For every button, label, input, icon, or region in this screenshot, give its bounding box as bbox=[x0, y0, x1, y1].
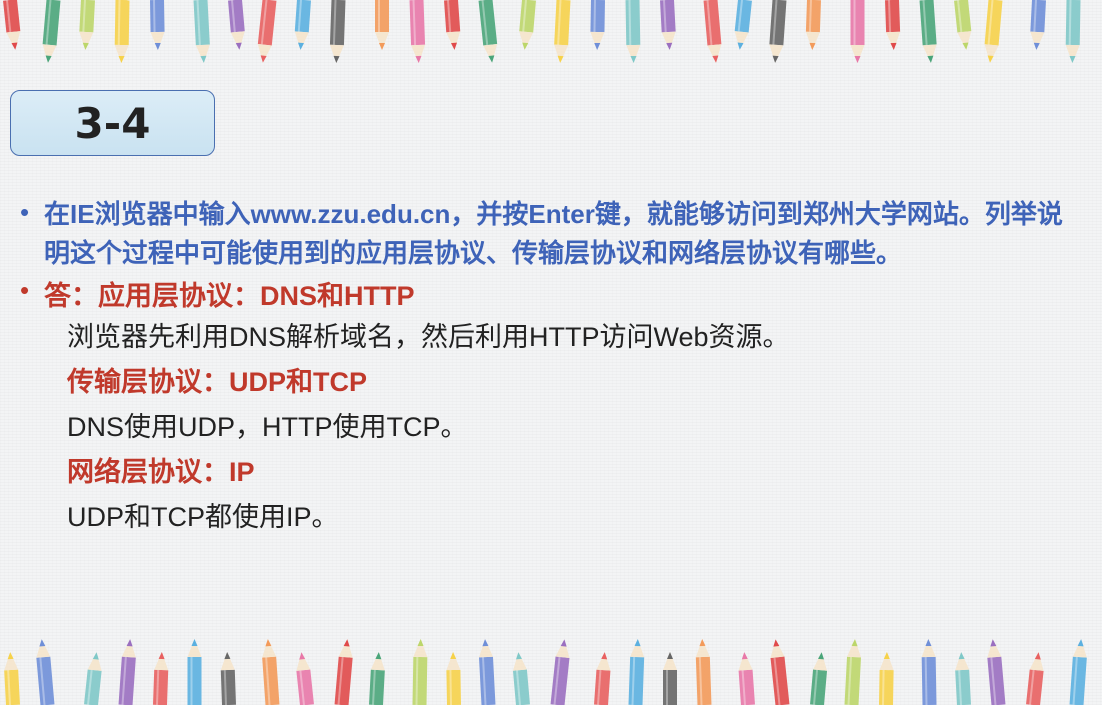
pencil-icon bbox=[769, 0, 787, 63]
pencil-icon bbox=[84, 652, 102, 705]
pencil-icon bbox=[412, 639, 428, 705]
pencil-icon bbox=[446, 652, 461, 705]
pencil-icon bbox=[885, 0, 901, 50]
pencil-icon bbox=[150, 0, 165, 50]
pencil-icon bbox=[193, 0, 210, 63]
slide-title-box: 3-4 bbox=[10, 90, 215, 156]
pencil-icon bbox=[42, 0, 61, 63]
pencil-icon bbox=[114, 0, 130, 63]
bullet-dot-icon: • bbox=[20, 275, 30, 305]
pencil-icon bbox=[554, 0, 571, 63]
pencil-icon bbox=[1065, 0, 1081, 63]
pencil-icon bbox=[660, 0, 676, 50]
pencil-icon bbox=[955, 652, 971, 705]
pencil-icon bbox=[478, 0, 498, 63]
answer-line-udp-tcp: DNS使用UDP，HTTP使用TCP。 bbox=[67, 412, 468, 442]
pencil-border-bottom bbox=[4, 639, 1087, 705]
pencil-icon bbox=[444, 0, 461, 50]
transport-layer-heading: 传输层协议：UDP和TCP bbox=[67, 367, 368, 397]
pencil-icon bbox=[36, 639, 55, 705]
question-bullet: • 在IE浏览器中输入www.zzu.edu.cn，并按Enter键，就能够访问… bbox=[20, 195, 1090, 273]
pencil-icon bbox=[118, 639, 136, 705]
pencil-icon bbox=[703, 0, 722, 63]
answer-bullet: • 答：应用层协议：DNS和HTTP bbox=[20, 273, 1090, 315]
question-text: 在IE浏览器中输入www.zzu.edu.cn，并按Enter键，就能够访问到郑… bbox=[44, 199, 1063, 268]
pencil-icon bbox=[187, 639, 202, 705]
pencil-icon bbox=[296, 652, 314, 705]
pencil-icon bbox=[257, 0, 277, 63]
pencil-icon bbox=[919, 0, 937, 63]
pencil-icon bbox=[519, 0, 536, 50]
pencil-icon bbox=[625, 0, 641, 63]
pencil-icon bbox=[228, 0, 245, 50]
pencil-icon bbox=[478, 639, 496, 705]
pencil-icon bbox=[262, 639, 280, 705]
pencil-icon bbox=[594, 652, 611, 705]
pencil-icon bbox=[695, 639, 712, 705]
pencil-icon bbox=[409, 0, 426, 63]
pencil-icon bbox=[153, 652, 169, 705]
bullet-dot-icon: • bbox=[20, 197, 30, 227]
pencil-icon bbox=[550, 639, 570, 705]
network-layer-heading: 网络层协议：IP bbox=[67, 457, 255, 487]
answer-line-ip: UDP和TCP都使用IP。 bbox=[67, 502, 339, 532]
pencil-icon bbox=[663, 652, 677, 705]
pencil-icon bbox=[369, 652, 385, 705]
pencil-icon bbox=[810, 652, 828, 705]
pencil-icon bbox=[984, 0, 1003, 63]
pencil-icon bbox=[879, 652, 894, 705]
pencil-icon bbox=[1026, 652, 1044, 705]
pencil-icon bbox=[294, 0, 311, 50]
pencil-icon bbox=[770, 639, 790, 705]
pencil-icon bbox=[334, 639, 353, 705]
pencil-icon bbox=[850, 0, 865, 63]
pencil-icon bbox=[4, 652, 20, 705]
pencil-icon bbox=[1030, 0, 1046, 50]
pencil-icon bbox=[1069, 639, 1087, 705]
pencil-icon bbox=[921, 639, 937, 705]
answer-heading: 答：应用层协议：DNS和HTTP bbox=[44, 281, 415, 311]
pencil-icon bbox=[987, 639, 1006, 705]
pencil-icon bbox=[805, 0, 821, 50]
pencil-icon bbox=[628, 639, 645, 705]
pencil-icon bbox=[738, 652, 755, 705]
slide-content: • 在IE浏览器中输入www.zzu.edu.cn，并按Enter键，就能够访问… bbox=[20, 195, 1090, 540]
pencil-icon bbox=[3, 0, 21, 50]
pencil-icon bbox=[954, 0, 972, 50]
pencil-border-top bbox=[3, 0, 1081, 63]
pencil-icon bbox=[375, 0, 389, 50]
pencil-icon bbox=[220, 652, 236, 705]
pencil-icon bbox=[329, 0, 346, 63]
pencil-icon bbox=[79, 0, 95, 50]
pencil-icon bbox=[734, 0, 752, 50]
answer-line-dns-http: 浏览器先利用DNS解析域名，然后利用HTTP访问Web资源。 bbox=[67, 322, 790, 352]
slide-title: 3-4 bbox=[74, 98, 151, 148]
pencil-icon bbox=[590, 0, 605, 50]
pencil-icon bbox=[512, 652, 530, 705]
pencil-icon bbox=[844, 639, 862, 705]
